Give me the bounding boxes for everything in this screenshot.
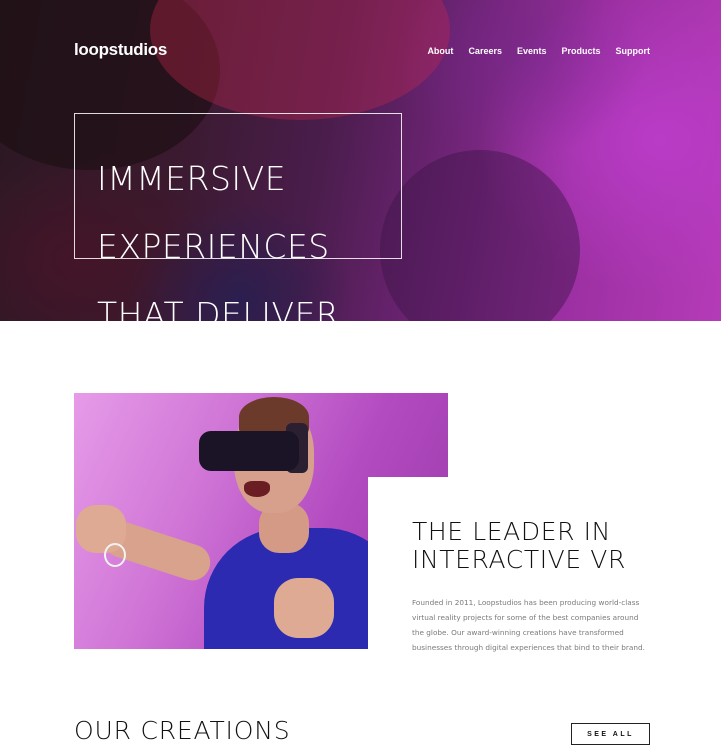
image-mouth [244, 481, 270, 497]
nav-item-support[interactable]: Support [616, 46, 651, 56]
hero-title-line: THAT DELIVER [97, 295, 340, 322]
creations-title: OUR CREATIONS [74, 716, 291, 745]
hero-section: loopstudios About Careers Events Product… [0, 0, 721, 321]
hero-title-line: EXPERIENCES [97, 227, 330, 266]
brand-logo[interactable]: loopstudios [74, 40, 167, 60]
interactive-title: THE LEADER IN INTERACTIVE VR [412, 518, 626, 574]
see-all-button[interactable]: SEE ALL [571, 723, 650, 745]
nav-item-about[interactable]: About [427, 46, 453, 56]
interactive-title-line: INTERACTIVE VR [412, 545, 626, 574]
interactive-title-line: THE LEADER IN [412, 517, 611, 546]
nav-item-products[interactable]: Products [561, 46, 600, 56]
hero-title-line: IMMERSIVE [97, 159, 287, 198]
hero-title: IMMERSIVE EXPERIENCES THAT DELIVER [97, 128, 340, 322]
nav-item-events[interactable]: Events [517, 46, 547, 56]
image-hand [274, 578, 334, 638]
vr-headset-icon [199, 431, 299, 471]
image-bracelet [104, 543, 126, 567]
main-nav: About Careers Events Products Support [427, 46, 650, 56]
interactive-description: Founded in 2011, Loopstudios has been pr… [412, 598, 645, 652]
hero-background-shadow [380, 150, 580, 321]
nav-item-careers[interactable]: Careers [468, 46, 502, 56]
